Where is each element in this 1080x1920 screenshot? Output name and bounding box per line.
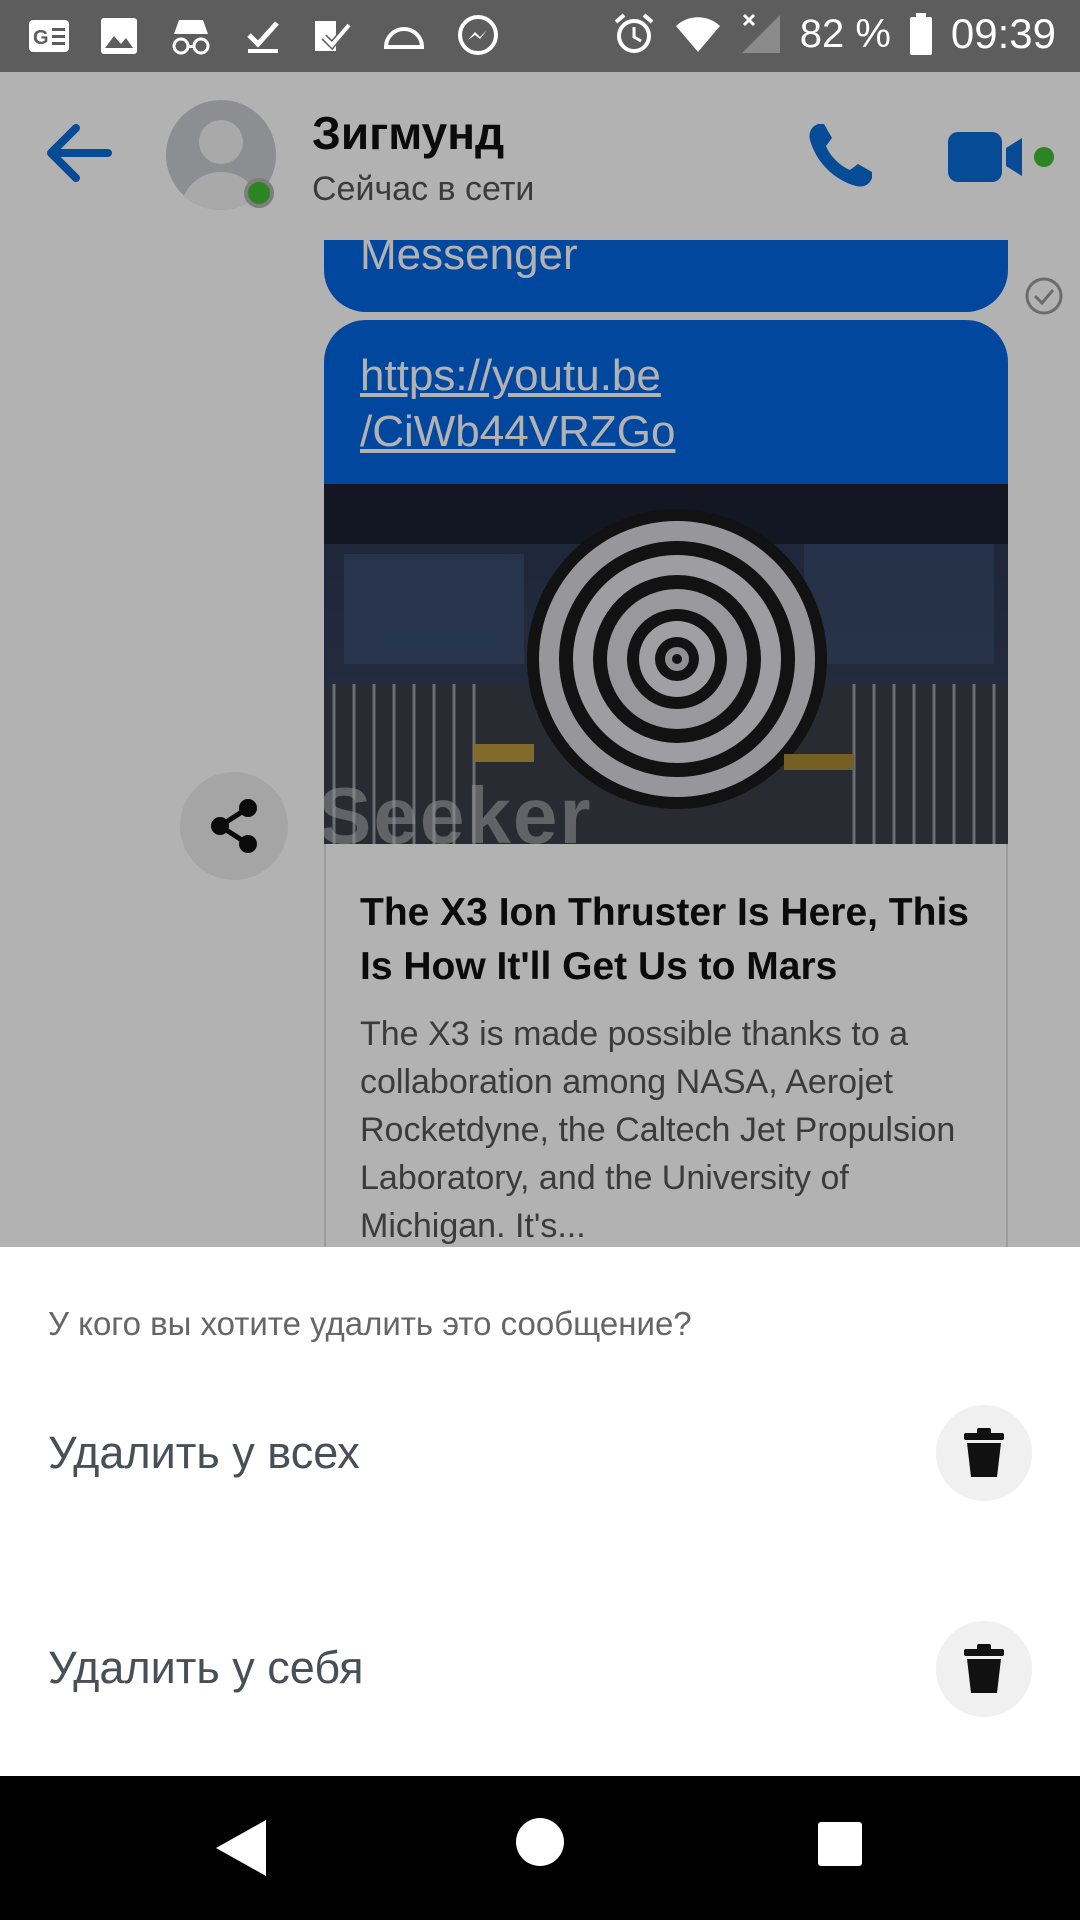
delete-for-me-button[interactable] — [936, 1621, 1032, 1717]
nav-back-icon — [216, 1820, 266, 1876]
image-icon — [100, 17, 138, 55]
dome-icon — [382, 21, 426, 51]
news-icon: G — [28, 19, 70, 53]
battery-percent: 82 % — [799, 11, 891, 56]
signal-icon — [740, 13, 782, 55]
wifi-icon — [674, 14, 722, 54]
battery-icon — [909, 12, 933, 56]
nav-recents-button[interactable] — [818, 1822, 862, 1866]
navigation-bar — [0, 1776, 1080, 1920]
delete-for-me-option[interactable]: Удалить у себя — [48, 1642, 363, 1694]
incognito-icon — [168, 16, 214, 56]
nav-back-button[interactable] — [214, 1818, 268, 1883]
scrim-overlay[interactable] — [0, 72, 1080, 1247]
sheet-question: У кого вы хотите удалить это сообщение? — [48, 1305, 692, 1342]
trash-icon — [964, 1428, 1004, 1477]
alarm-icon — [612, 12, 656, 56]
delete-for-everyone-button[interactable] — [936, 1405, 1032, 1501]
messenger-icon — [456, 14, 500, 58]
trash-icon — [964, 1644, 1004, 1693]
delete-for-everyone-option[interactable]: Удалить у всех — [48, 1427, 360, 1479]
svg-text:G: G — [33, 27, 49, 49]
nav-home-button[interactable] — [516, 1818, 564, 1866]
system-icons: 82 % 09:39 — [612, 10, 1056, 58]
task-done-icon — [312, 17, 352, 55]
clock: 09:39 — [950, 10, 1056, 57]
notification-icons: G — [28, 14, 500, 58]
status-bar: G 82 % 09:39 — [0, 0, 1080, 72]
delete-message-sheet: У кого вы хотите удалить это сообщение? … — [0, 1247, 1080, 1776]
download-done-icon — [244, 17, 282, 55]
